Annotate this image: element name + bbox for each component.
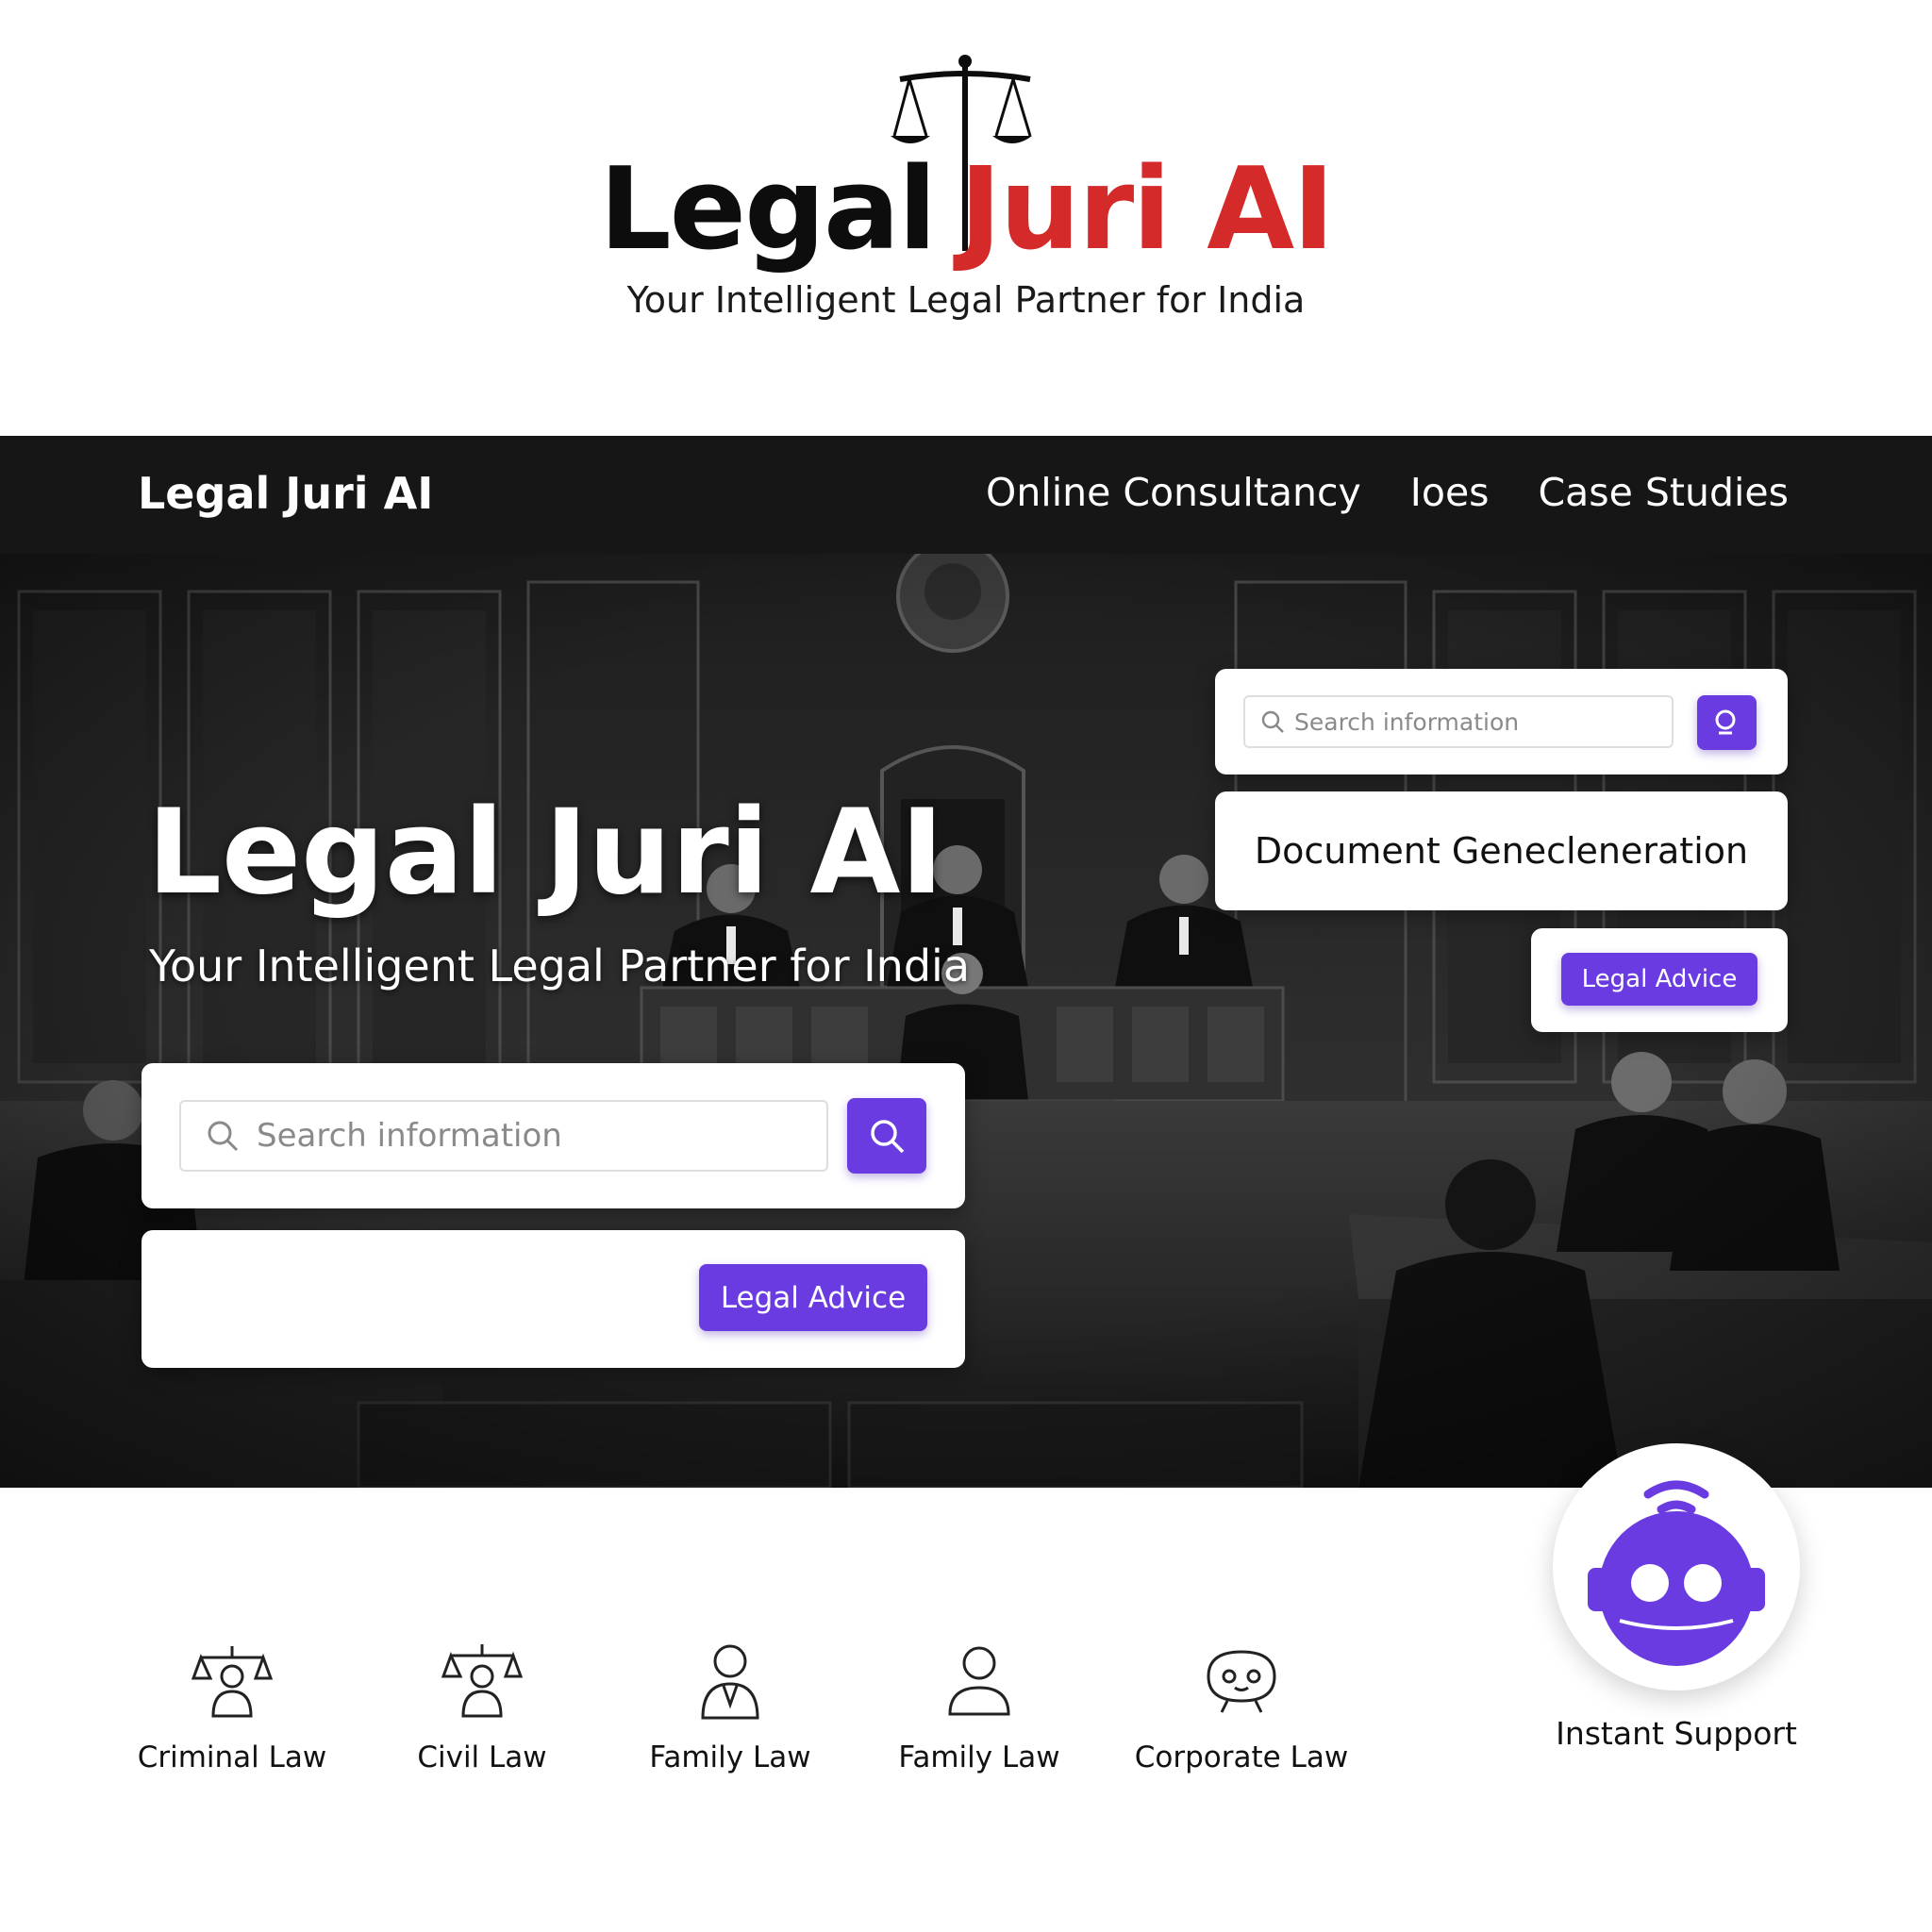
hero-section: Legal Juri AI Your Intelligent Legal Par… [0, 554, 1932, 1488]
legal-advice-card-right: Legal Advice [1531, 928, 1788, 1032]
nav-link-online-consultancy[interactable]: Online Consultancy [986, 470, 1361, 515]
search-card-right: Search information [1215, 669, 1788, 774]
lawyer-icon [701, 1644, 759, 1720]
document-generation-card[interactable]: Document Genecleneration [1215, 791, 1788, 910]
search-placeholder-left: Search information [257, 1117, 562, 1155]
legal-advice-button-left[interactable]: Legal Advice [699, 1264, 927, 1331]
search-input-left[interactable]: Search information [179, 1100, 828, 1172]
search-button-right[interactable] [1697, 695, 1757, 750]
category-label: Civil Law [417, 1740, 547, 1774]
nav-links: Online Consultancy Ioes Case Studies [986, 470, 1789, 515]
search-icon [1261, 710, 1284, 733]
category-criminal-law[interactable]: Criminal Law [119, 1639, 345, 1774]
wordmark-legal: Legal [599, 144, 937, 275]
nav-link-ioes[interactable]: Ioes [1410, 470, 1490, 515]
hero-tagline: Your Intelligent Legal Partner for India [149, 941, 971, 991]
wordmark-juri-ai: Juri AI [959, 144, 1335, 275]
search-card-left: Search information [142, 1063, 965, 1208]
search-icon [208, 1121, 239, 1152]
legal-advice-label-right: Legal Advice [1581, 965, 1738, 993]
brand-tagline: Your Intelligent Legal Partner for India [626, 279, 1306, 321]
top-navbar: Legal Juri AI Online Consultancy Ioes Ca… [0, 436, 1932, 554]
robot-face-icon [1207, 1650, 1276, 1713]
category-label: Family Law [649, 1740, 811, 1774]
legal-advice-card-left: Legal Advice [142, 1230, 965, 1368]
search-icon [871, 1120, 905, 1154]
scales-person-icon [441, 1644, 524, 1718]
search-button-left[interactable] [847, 1098, 926, 1174]
legal-advice-label-left: Legal Advice [720, 1280, 907, 1315]
chatbot-icon [1588, 1480, 1765, 1666]
person-icon [948, 1646, 1010, 1716]
search-placeholder-right: Search information [1294, 708, 1520, 736]
brand-wordmark: Legal Juri AI [0, 149, 1932, 272]
chatbot-bubble[interactable] [1553, 1443, 1800, 1690]
nav-link-case-studies[interactable]: Case Studies [1539, 470, 1789, 515]
search-input-right[interactable]: Search information [1243, 695, 1674, 748]
category-label: Criminal Law [137, 1740, 327, 1774]
legal-advice-button-right[interactable]: Legal Advice [1561, 953, 1757, 1006]
category-corporate-law[interactable]: Corporate Law [1128, 1639, 1355, 1774]
category-family-law[interactable]: Family Law [617, 1639, 843, 1774]
category-family-law-2[interactable]: Family Law [866, 1639, 1092, 1774]
hero-title: Legal Juri AI [147, 785, 944, 921]
brand-header: Legal Juri AI Your Intelligent Legal Part… [0, 0, 1932, 436]
category-label: Corporate Law [1134, 1740, 1349, 1774]
nav-logo[interactable]: Legal Juri AI [138, 468, 433, 519]
instant-support-label: Instant Support [1556, 1715, 1797, 1752]
scales-person-icon [191, 1646, 274, 1718]
document-generation-label: Document Genecleneration [1254, 830, 1749, 872]
category-civil-law[interactable]: Civil Law [369, 1639, 595, 1774]
category-label: Family Law [898, 1740, 1060, 1774]
instant-support-widget[interactable]: Instant Support [1549, 1443, 1804, 1752]
search-icon [1715, 709, 1735, 735]
